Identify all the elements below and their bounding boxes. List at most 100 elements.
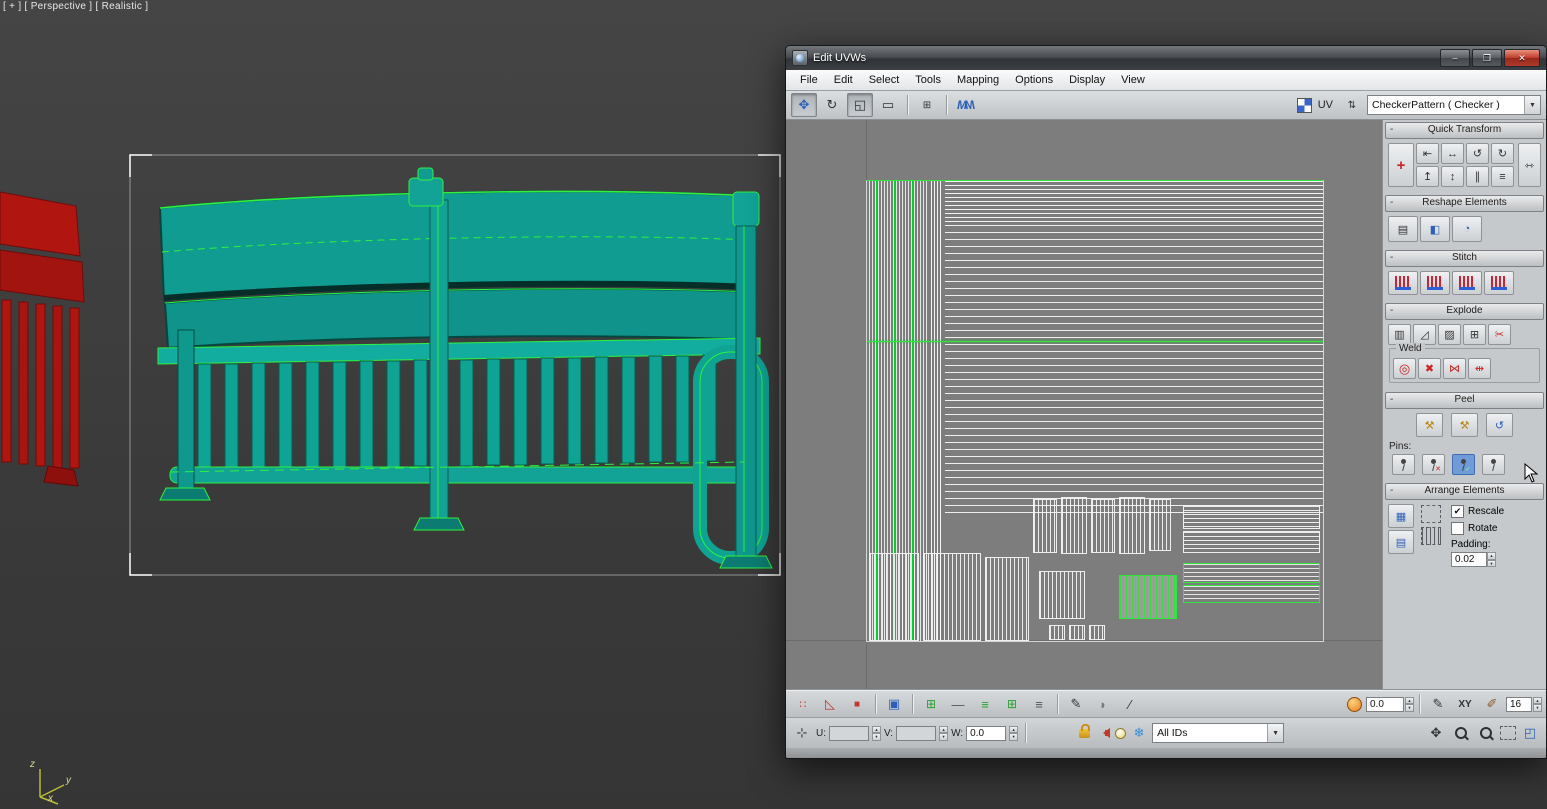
rollout-header-stitch[interactable]: - Stitch	[1385, 250, 1544, 267]
brush-settings-button[interactable]: ⁄	[1117, 692, 1143, 716]
weld-selected-button[interactable]: ✖	[1418, 358, 1441, 379]
menu-mapping[interactable]: Mapping	[949, 70, 1007, 90]
flatten-by-group-button[interactable]: ▥	[1388, 324, 1411, 345]
menu-tools[interactable]: Tools	[907, 70, 949, 90]
uv-canvas[interactable]	[786, 120, 1383, 689]
align-top-button[interactable]: ↥	[1416, 166, 1439, 187]
select-loop-button[interactable]: ≡	[972, 692, 998, 716]
railing-model[interactable]	[0, 0, 800, 809]
grow-selection-button[interactable]: ⊞	[914, 93, 940, 117]
w-field[interactable]: 0.0	[966, 725, 1007, 741]
pin-selected-button[interactable]: ✓	[1452, 454, 1475, 475]
show-hidden-icon[interactable]	[1115, 727, 1127, 739]
stitch-to-source-button[interactable]	[1452, 271, 1482, 295]
align-left-button[interactable]: ⇤	[1416, 143, 1439, 164]
align-h-button[interactable]: ↔	[1441, 143, 1464, 164]
paint-falloff-button[interactable]: ◗	[1090, 692, 1116, 716]
rollout-header-reshape[interactable]: - Reshape Elements	[1385, 195, 1544, 212]
material-id-dropdown[interactable]: All IDs ▼	[1152, 723, 1285, 743]
peel-mode-button[interactable]: ⚒	[1451, 413, 1478, 437]
menu-view[interactable]: View	[1113, 70, 1153, 90]
show-map-checker-icon[interactable]	[1296, 97, 1312, 113]
v-field[interactable]	[896, 725, 937, 741]
paintbrush-icon[interactable]: ✐	[1479, 692, 1505, 716]
menu-edit[interactable]: Edit	[826, 70, 861, 90]
space-v-button[interactable]: ≡	[1491, 166, 1514, 187]
scale-tool-button[interactable]: ◱	[847, 93, 873, 117]
mirror-button[interactable]: MM	[953, 93, 979, 117]
move-tool-button[interactable]: ✥	[791, 93, 817, 117]
relax-tool-button[interactable]: ◧	[1420, 216, 1450, 242]
select-by-element-button[interactable]: ▣	[881, 692, 907, 716]
rollout-header-arrange[interactable]: - Arrange Elements	[1385, 483, 1544, 500]
zoom-to-selection-icon[interactable]: ◰	[1519, 721, 1541, 745]
relax-until-flat-button[interactable]: ◔	[1452, 216, 1482, 242]
falloff-value-field[interactable]: 0.0	[1366, 696, 1404, 712]
pin-tool-button[interactable]	[1392, 454, 1415, 475]
stitch-to-target-button[interactable]	[1420, 271, 1450, 295]
rescale-checkbox[interactable]: ✔	[1451, 505, 1464, 518]
brush-size-field[interactable]: 16	[1506, 696, 1532, 712]
absolute-typein-button[interactable]: +	[1388, 143, 1414, 187]
zoom-region-icon[interactable]	[1475, 721, 1497, 745]
stitch-custom-button[interactable]	[1388, 271, 1418, 295]
rotate-checkbox[interactable]	[1451, 522, 1464, 535]
weld-any-button[interactable]: ⇹	[1468, 358, 1491, 379]
uv-space-label[interactable]: UV	[1318, 99, 1333, 111]
unpin-selected-button[interactable]	[1482, 454, 1505, 475]
polygon-subobject-button[interactable]: ■	[844, 692, 870, 716]
stitch-to-average-button[interactable]	[1484, 271, 1514, 295]
padding-spinner[interactable]: ▲ ▼	[1487, 552, 1496, 567]
menu-select[interactable]: Select	[861, 70, 908, 90]
texture-pattern-dropdown[interactable]: CheckerPattern ( Checker ) ▼	[1367, 95, 1541, 115]
collapse-icon[interactable]: -	[1390, 251, 1393, 265]
pack-custom-button[interactable]	[1421, 527, 1441, 545]
u-spinner[interactable]: ▲ ▼	[872, 725, 881, 741]
collapse-icon[interactable]: -	[1390, 123, 1393, 137]
paint-select-button[interactable]: ✎	[1063, 692, 1089, 716]
pack-normalize-button[interactable]: ▦	[1388, 504, 1414, 528]
rollout-header-peel[interactable]: - Peel	[1385, 392, 1544, 409]
flatten-by-material-button[interactable]: ⊞	[1463, 324, 1486, 345]
falloff-spinner[interactable]: ▲ ▼	[1405, 696, 1414, 712]
reset-peel-button[interactable]: ↺	[1486, 413, 1513, 437]
weld-all-button[interactable]: ⋈	[1443, 358, 1466, 379]
menu-file[interactable]: File	[792, 70, 826, 90]
space-h-button[interactable]: ∥	[1466, 166, 1489, 187]
dropdown-arrow-icon[interactable]: ▼	[1524, 96, 1540, 114]
unpin-tool-button[interactable]: ✕	[1422, 454, 1445, 475]
vertex-subobject-button[interactable]: ∷	[790, 692, 816, 716]
menu-display[interactable]: Display	[1061, 70, 1113, 90]
collapse-icon[interactable]: -	[1390, 393, 1393, 407]
freeze-icon[interactable]: ❄	[1129, 721, 1149, 745]
grow-loop-button[interactable]: ⊞	[999, 692, 1025, 716]
lock-selection-icon[interactable]	[1079, 723, 1091, 738]
filter-selected-faces-icon[interactable]	[1098, 728, 1111, 738]
shrink-uv-selection-button[interactable]: —	[945, 692, 971, 716]
falloff-edit-button[interactable]: ✎	[1425, 692, 1451, 716]
padding-field[interactable]: 0.02	[1451, 552, 1487, 567]
v-spinner[interactable]: ▲ ▼	[939, 725, 949, 741]
freeform-tool-button[interactable]: ▭	[875, 93, 901, 117]
grow-uv-selection-button[interactable]: ⊞	[918, 692, 944, 716]
select-ring-button[interactable]: ≡	[1026, 692, 1052, 716]
break-button[interactable]: ✂	[1488, 324, 1511, 345]
flatten-by-smoothing-button[interactable]: ▨	[1438, 324, 1461, 345]
pan-icon[interactable]: ✥	[1425, 721, 1447, 745]
window-resize-strip[interactable]	[786, 748, 1546, 758]
menu-options[interactable]: Options	[1007, 70, 1061, 90]
pack-region-button[interactable]	[1421, 505, 1441, 523]
rotate-cw-button[interactable]: ↻	[1491, 143, 1514, 164]
straighten-selection-button[interactable]: ▤	[1388, 216, 1418, 242]
titlebar[interactable]: Edit UVWs – ❐ ✕	[786, 46, 1546, 70]
collapse-icon[interactable]: -	[1390, 196, 1393, 210]
edge-subobject-button[interactable]: ◺	[817, 692, 843, 716]
uv-unit-square[interactable]	[866, 180, 1324, 642]
rotate-ccw-button[interactable]: ↺	[1466, 143, 1489, 164]
brush-size-spinner[interactable]: ▲ ▼	[1533, 696, 1542, 712]
u-field[interactable]	[829, 725, 869, 741]
soft-selection-falloff-icon[interactable]	[1347, 696, 1362, 712]
zoom-extents-icon[interactable]	[1500, 726, 1516, 740]
rollout-header-quick-transform[interactable]: - Quick Transform	[1385, 122, 1544, 139]
w-spinner[interactable]: ▲ ▼	[1009, 725, 1019, 741]
